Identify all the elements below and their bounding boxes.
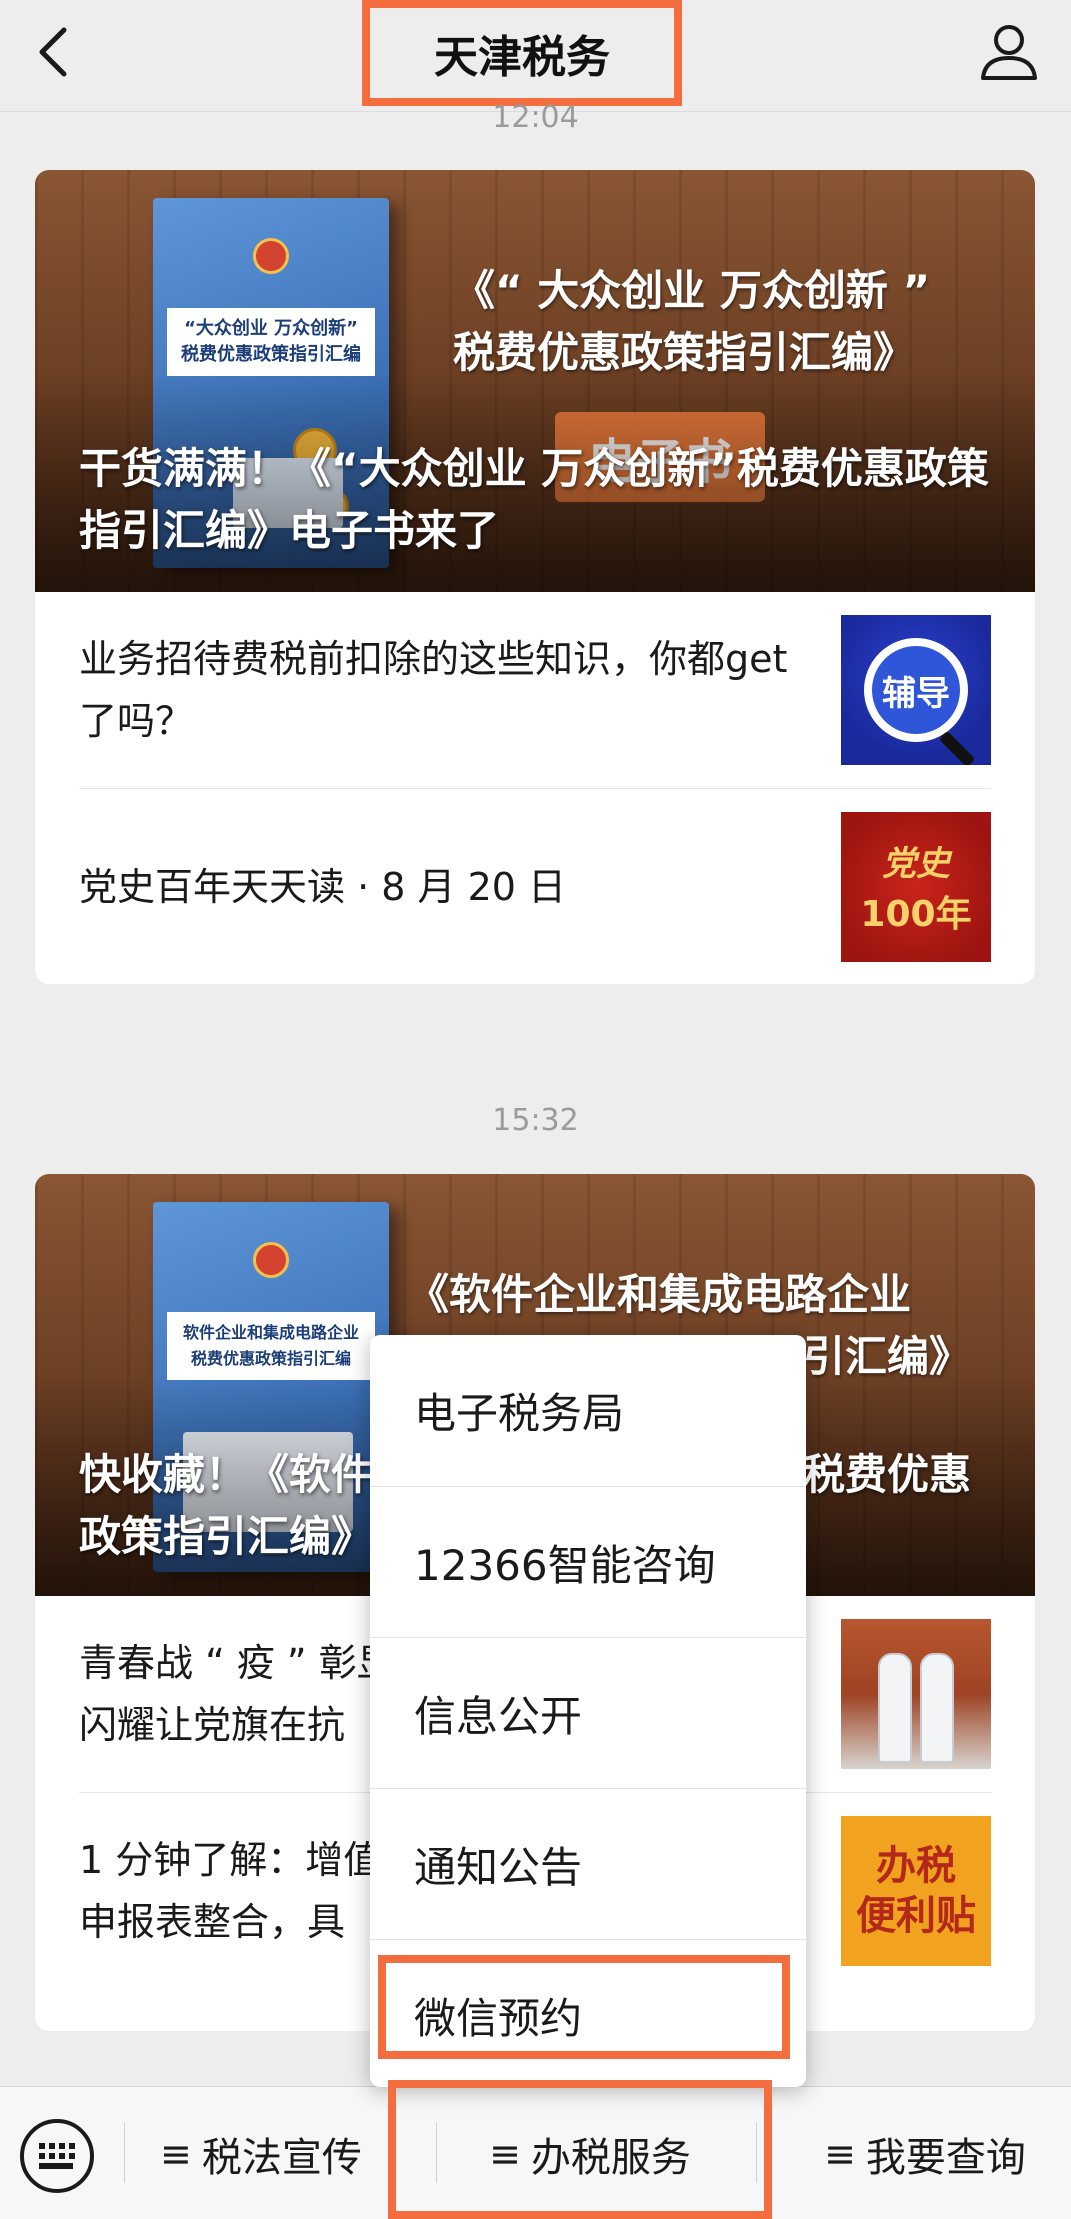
submenu-popup: 电子税务局 12366智能咨询 信息公开 通知公告 微信预约 — [370, 1335, 806, 2087]
navigation-bar: 天津税务 — [0, 0, 1071, 112]
cover-subtitle: 引汇编》 — [803, 1332, 972, 1381]
medical-workers-thumbnail — [841, 1619, 991, 1769]
fudao-thumbnail: 辅导 — [841, 615, 991, 765]
chevron-left-icon[interactable] — [24, 20, 88, 84]
divider — [124, 2123, 125, 2183]
list-item[interactable]: 业务招待费税前扣除的这些知识，你都get 了吗？ 辅导 — [79, 592, 991, 788]
tax-tips-thumbnail: 办税 便利贴 — [841, 1815, 991, 1966]
menu-button-tax-promotion[interactable]: ≡ 税法宣传 — [160, 2087, 396, 2219]
menu-item-notices[interactable]: 通知公告 — [370, 1788, 806, 1939]
article-card: “大众创业 万众创新” 税费优惠政策指引汇编 《“ 大众创业 万众创新 ” 税费… — [35, 170, 1035, 984]
article-title: 快收藏！《软件 — [79, 1450, 374, 1499]
bottom-menu-bar: ≡ 税法宣传 ≡ 办税服务 ≡ 我要查询 — [0, 2086, 1071, 2219]
article-title-cont: 税费优惠 — [803, 1450, 972, 1499]
title-highlight-box: 天津税务 — [362, 0, 682, 106]
emblem-icon — [253, 238, 289, 274]
menu-item-etax-bureau[interactable]: 电子税务局 — [370, 1335, 806, 1486]
menu-item-12366-consult[interactable]: 12366智能咨询 — [370, 1486, 806, 1637]
list-item-title: 党史百年天天读 · 8 月 20 日 — [79, 864, 567, 909]
menu-item-info-disclosure[interactable]: 信息公开 — [370, 1637, 806, 1788]
menu-icon: ≡ — [160, 2131, 192, 2176]
cover-subtitle: 《“ 大众创业 万众创新 ” — [453, 266, 931, 315]
menu-icon: ≡ — [824, 2131, 856, 2176]
article-cover[interactable]: “大众创业 万众创新” 税费优惠政策指引汇编 《“ 大众创业 万众创新 ” 税费… — [35, 170, 1035, 592]
page-title: 天津税务 — [434, 32, 610, 83]
menu-button-query[interactable]: ≡ 我要查询 — [790, 2087, 1060, 2219]
cover-subtitle: 税费优惠政策指引汇编》 — [453, 328, 916, 377]
divider — [436, 2123, 437, 2183]
timestamp: 15:32 — [492, 1103, 579, 1138]
menu-button-tax-service[interactable]: ≡ 办税服务 — [440, 2087, 740, 2219]
person-icon[interactable] — [975, 18, 1043, 86]
book-title: “大众创业 万众创新” 税费优惠政策指引汇编 — [167, 308, 375, 376]
emblem-icon — [253, 1242, 289, 1278]
timestamp: 12:04 — [492, 100, 579, 135]
article-title: 干货满满！《“大众创业 万众创新”税费优惠政策指引汇编》电子书来了 — [79, 444, 989, 555]
article-title-line2: 政策指引汇编》 — [79, 1512, 374, 1561]
menu-icon: ≡ — [489, 2131, 521, 2176]
party-history-thumbnail: 党史 100年 — [841, 811, 991, 962]
magnifier-icon: 辅导 — [864, 638, 968, 742]
list-item[interactable]: 党史百年天天读 · 8 月 20 日 党史 100年 — [79, 788, 991, 984]
menu-item-wechat-booking[interactable]: 微信预约 — [370, 1939, 806, 2090]
book-title: 软件企业和集成电路企业 税费优惠政策指引汇编 — [167, 1312, 375, 1380]
divider — [756, 2123, 757, 2183]
keyboard-icon[interactable] — [20, 2119, 94, 2193]
list-item-title: 业务招待费税前扣除的这些知识，你都get 了吗？ — [79, 637, 788, 743]
cover-subtitle: 《软件企业和集成电路企业 — [407, 1270, 912, 1319]
